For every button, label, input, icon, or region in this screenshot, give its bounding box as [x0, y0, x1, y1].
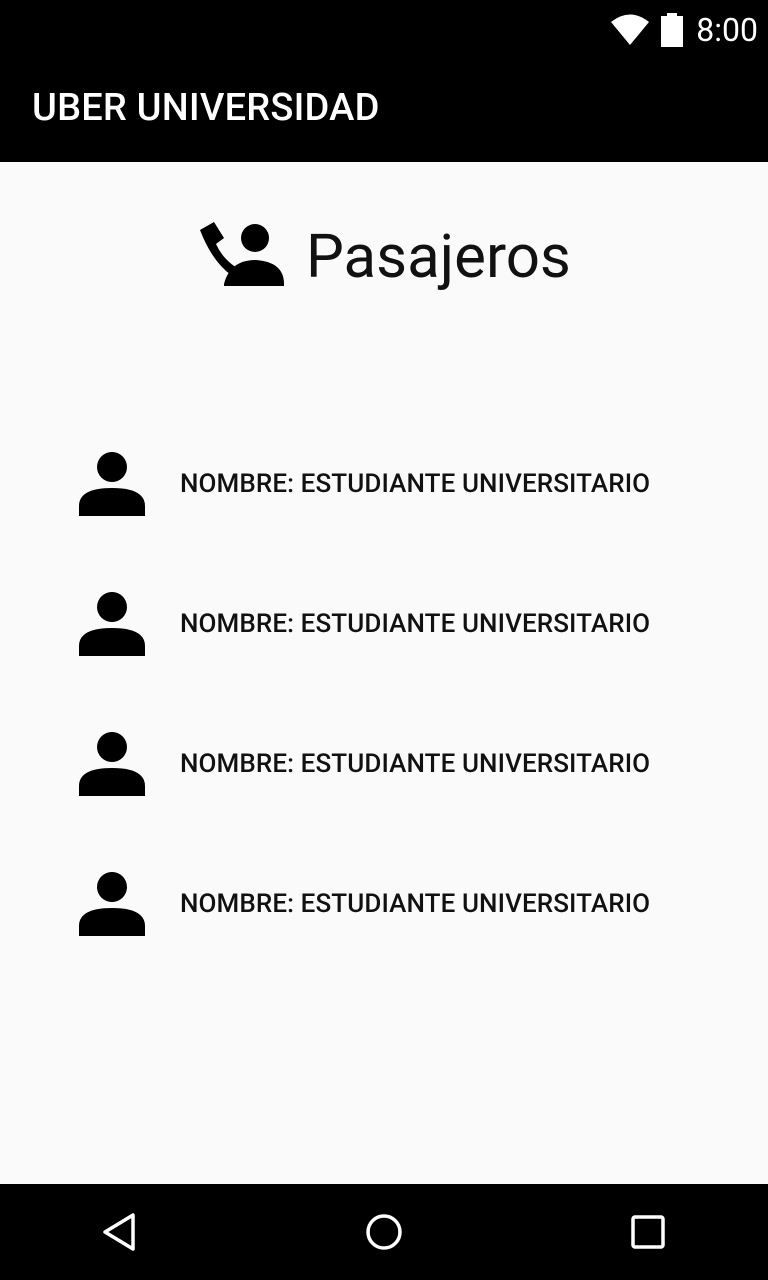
- wifi-icon: [611, 14, 650, 45]
- passenger-icon: [200, 222, 284, 286]
- status-icons: 8:00: [610, 8, 758, 52]
- person-icon: [79, 872, 145, 936]
- list-item: NOMBRE: ESTUDIANTE UNIVERSITARIO: [78, 450, 650, 518]
- status-bar: 8:00: [0, 0, 768, 62]
- app-title: UBER UNIVERSIDAD: [32, 86, 380, 130]
- recents-icon: [631, 1215, 665, 1249]
- passenger-name: NOMBRE: ESTUDIANTE UNIVERSITARIO: [180, 889, 651, 919]
- list-item: NOMBRE: ESTUDIANTE UNIVERSITARIO: [78, 730, 650, 798]
- passengers-header: Pasajeros: [198, 220, 571, 294]
- navigation-bar: [0, 1184, 768, 1280]
- content-area: Pasajeros NOMBRE: ESTUDIANTE UNIVERSITAR…: [0, 162, 768, 1184]
- passenger-name: NOMBRE: ESTUDIANTE UNIVERSITARIO: [180, 469, 651, 499]
- home-button[interactable]: [360, 1208, 408, 1256]
- home-icon: [366, 1214, 402, 1250]
- battery-icon: [661, 13, 684, 47]
- app-bar: UBER UNIVERSIDAD: [0, 62, 768, 162]
- passenger-name: NOMBRE: ESTUDIANTE UNIVERSITARIO: [180, 609, 651, 639]
- page-title: Pasajeros: [306, 221, 571, 292]
- person-icon: [79, 592, 145, 656]
- list-item: NOMBRE: ESTUDIANTE UNIVERSITARIO: [78, 590, 650, 658]
- recents-button[interactable]: [624, 1208, 672, 1256]
- person-icon: [79, 452, 145, 516]
- back-icon: [103, 1213, 135, 1251]
- status-time: 8:00: [696, 11, 758, 49]
- list-item: NOMBRE: ESTUDIANTE UNIVERSITARIO: [78, 870, 650, 938]
- passenger-name: NOMBRE: ESTUDIANTE UNIVERSITARIO: [180, 749, 651, 779]
- person-icon: [79, 732, 145, 796]
- back-button[interactable]: [96, 1208, 144, 1256]
